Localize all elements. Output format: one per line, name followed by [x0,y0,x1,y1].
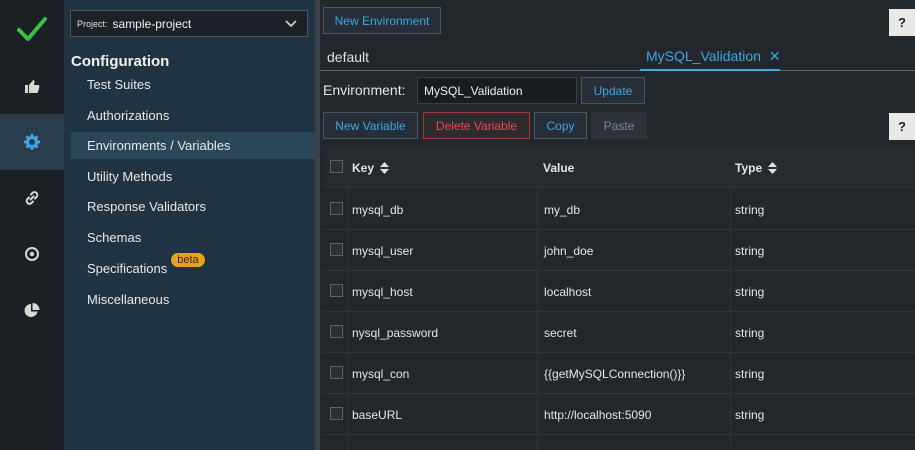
target-icon[interactable] [0,226,64,282]
row-checkbox[interactable] [330,407,343,420]
thumbs-up-icon[interactable] [0,58,64,114]
logo-checkmark-icon[interactable] [0,0,64,58]
new-variable-button[interactable]: New Variable [323,112,418,139]
sidebar-item-response-validators[interactable]: Response Validators [71,193,315,220]
row-value[interactable]: john_doe [544,230,593,271]
update-button[interactable]: Update [581,77,645,104]
row-value[interactable]: http://localhost:5090 [544,394,651,435]
sidebar-item-label: Environments / Variables [87,138,231,153]
delete-variable-button[interactable]: Delete Variable [423,112,530,139]
sidebar-item-label: Response Validators [87,199,206,214]
key-header-label: Key [352,160,375,175]
sidebar-item-utility-methods[interactable]: Utility Methods [71,163,315,190]
variables-table: Key Value Type mysql_db my_db string mys… [323,147,915,450]
main-panel: New Environment ? default MySQL_Validati… [320,0,915,450]
row-type[interactable]: string [735,230,764,271]
sidebar-item-label: Authorizations [87,108,170,123]
row-type[interactable]: string [735,394,764,435]
sidebar-item-label: Utility Methods [87,169,173,184]
left-rail [0,0,64,450]
tab-mysql-validation[interactable]: MySQL_Validation ✕ [640,43,781,71]
project-value: sample-project [112,16,192,31]
new-environment-button[interactable]: New Environment [323,7,441,34]
project-select[interactable]: Project: sample-project [70,10,308,37]
sidebar-item-environments-variables[interactable]: Environments / Variables [71,132,315,159]
sidebar: Project: sample-project Configuration Te… [64,0,315,450]
paste-button[interactable]: Paste [591,112,647,139]
help-button-top[interactable]: ? [889,9,915,36]
table-row[interactable]: mysql_con {{getMySQLConnection()}} strin… [323,353,915,394]
row-key[interactable]: mysql_host [352,271,413,312]
project-label: Project: [77,18,108,29]
row-value[interactable]: localhost [544,271,591,312]
sidebar-item-miscellaneous[interactable]: Miscellaneous [71,286,315,313]
table-row[interactable]: mysql_db my_db string [323,189,915,230]
row-type[interactable]: string [735,353,764,394]
key-column-header[interactable]: Key [352,147,390,188]
help-button-table[interactable]: ? [889,113,915,140]
row-checkbox[interactable] [330,243,343,256]
sidebar-heading: Configuration [71,53,170,70]
row-type[interactable]: string [735,312,764,353]
value-column-header[interactable]: Value [543,147,574,188]
row-key[interactable]: mysql_db [352,189,403,230]
row-key[interactable]: baseURL [352,394,402,435]
copy-button[interactable]: Copy [534,112,587,139]
sort-icon[interactable] [768,161,778,174]
sidebar-item-test-suites[interactable]: Test Suites [71,71,315,98]
beta-badge: beta [171,252,205,267]
row-checkbox[interactable] [330,284,343,297]
environment-label: Environment: [323,82,406,98]
environment-name-input[interactable]: MySQL_Validation [417,77,577,104]
table-row[interactable]: baseURL http://localhost:5090 string [323,394,915,435]
row-checkbox[interactable] [330,202,343,215]
row-key[interactable]: mysql_con [352,353,409,394]
link-icon[interactable] [0,170,64,226]
gear-icon[interactable] [0,114,64,170]
tab-default[interactable]: default [327,49,369,65]
sort-icon[interactable] [380,161,390,174]
environment-tabs: default MySQL_Validation ✕ [320,43,915,71]
table-row[interactable]: mysql_host localhost string [323,271,915,312]
row-checkbox[interactable] [330,366,343,379]
row-checkbox[interactable] [330,325,343,338]
sidebar-item-authorizations[interactable]: Authorizations [71,102,315,129]
sidebar-item-label: Miscellaneous [87,292,170,307]
row-value[interactable]: {{getMySQLConnection()}} [544,353,685,394]
pie-chart-icon[interactable] [0,282,64,338]
type-column-header[interactable]: Type [735,147,778,188]
sidebar-item-label: Schemas [87,230,142,245]
row-key[interactable]: nysql_password [352,312,438,353]
type-header-label: Type [735,160,763,175]
row-value[interactable]: secret [544,312,577,353]
chevron-down-icon [285,20,297,28]
row-key[interactable]: mysql_user [352,230,413,271]
row-type[interactable]: string [735,271,764,312]
table-row[interactable]: nysql_password secret string [323,312,915,353]
sidebar-item-specifications[interactable]: Specifications beta [71,252,315,282]
row-type[interactable]: string [735,189,764,230]
sidebar-item-schemas[interactable]: Schemas [71,224,315,251]
app-window: Project: sample-project Configuration Te… [0,0,915,450]
sidebar-item-label: Test Suites [87,77,151,92]
row-value[interactable]: my_db [544,189,580,230]
tab-label: MySQL_Validation [646,48,761,64]
table-header-row: Key Value Type [323,147,915,188]
close-icon[interactable]: ✕ [769,48,781,65]
select-all-checkbox[interactable] [330,160,343,173]
sidebar-item-label: Specifications [87,261,168,276]
table-row[interactable]: mysql_user john_doe string [323,230,915,271]
